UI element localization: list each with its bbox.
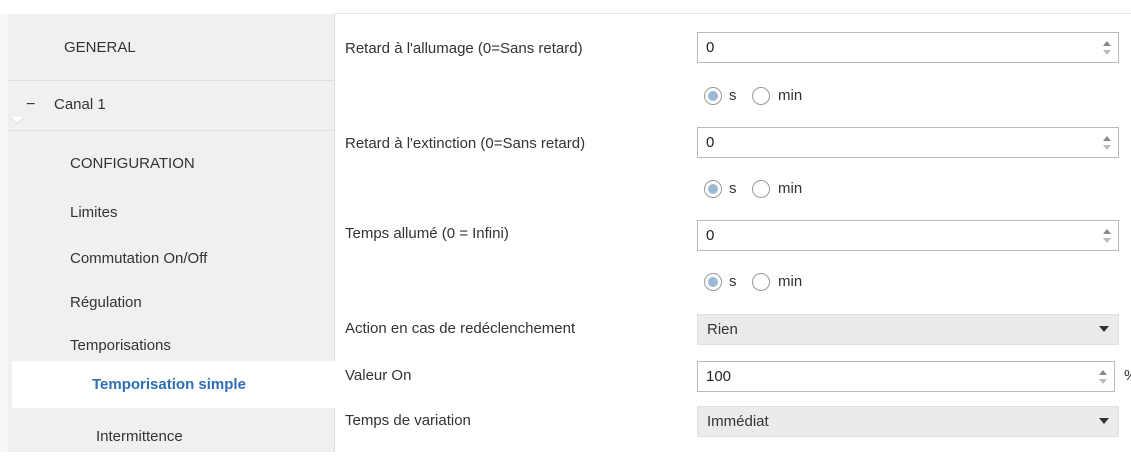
- retrigger-value: Rien: [707, 321, 738, 338]
- on-value-value: 100: [706, 368, 732, 385]
- sidebar-item-general[interactable]: GENERAL: [8, 24, 334, 72]
- delay-on-spinbox[interactable]: 0: [697, 32, 1119, 63]
- divider: [8, 130, 334, 131]
- spin-arrows-icon[interactable]: [1102, 134, 1112, 152]
- sidebar-item-label: CONFIGURATION: [70, 155, 195, 172]
- radio-label-min: min: [778, 180, 803, 197]
- sidebar-item-commutation[interactable]: Commutation On/Off: [70, 236, 320, 282]
- sidebar-item-regulation[interactable]: Régulation: [70, 280, 320, 326]
- sidebar-item-canal-1[interactable]: − Canal 1: [8, 80, 334, 130]
- dimming-time-value: Immédiat: [707, 413, 769, 430]
- param-label-delay-on: Retard à l'allumage (0=Sans retard): [345, 40, 583, 57]
- radio-label-s: s: [729, 180, 737, 197]
- sidebar-item-label: Limites: [70, 204, 118, 221]
- delay-on-value: 0: [706, 39, 715, 56]
- sidebar-item-label: Temporisations: [70, 337, 171, 354]
- sidebar-item-configuration[interactable]: CONFIGURATION: [70, 141, 320, 187]
- sidebar-item-label: Intermittence: [96, 428, 183, 445]
- sidebar-item-label: Régulation: [70, 294, 142, 311]
- delay-off-radio-s[interactable]: [704, 180, 722, 198]
- chevron-down-icon: [1099, 326, 1109, 332]
- sidebar-item-temporisation-simple[interactable]: Temporisation simple: [12, 361, 336, 408]
- top-divider: [334, 13, 1131, 14]
- collapse-icon[interactable]: −: [26, 80, 35, 130]
- left-edge: [0, 14, 8, 452]
- sidebar-item-label: Commutation On/Off: [70, 250, 208, 267]
- param-label-dimming-time: Temps de variation: [345, 412, 471, 429]
- on-time-radio-min[interactable]: [752, 273, 770, 291]
- delay-on-radio-s[interactable]: [704, 87, 722, 105]
- top-strip: [0, 0, 1131, 14]
- spin-arrows-icon[interactable]: [1102, 39, 1112, 57]
- retrigger-select[interactable]: Rien: [697, 314, 1119, 345]
- delay-off-radio-min[interactable]: [752, 180, 770, 198]
- on-value-spinbox[interactable]: 100: [697, 361, 1115, 392]
- param-label-retrigger: Action en cas de redéclenchement: [345, 320, 576, 337]
- radio-label-s: s: [729, 87, 737, 104]
- spin-arrows-icon[interactable]: [1102, 227, 1112, 245]
- delay-off-spinbox[interactable]: 0: [697, 127, 1119, 158]
- on-time-value: 0: [706, 227, 715, 244]
- param-label-on-value: Valeur On: [345, 367, 412, 384]
- sidebar-item-intermittence[interactable]: Intermittence: [96, 414, 326, 460]
- spin-arrows-icon[interactable]: [1098, 368, 1108, 386]
- sidebar-item-label: Canal 1: [54, 96, 106, 113]
- param-label-on-time: Temps allumé (0 = Infini): [345, 225, 509, 242]
- radio-label-min: min: [778, 87, 803, 104]
- on-time-spinbox[interactable]: 0: [697, 220, 1119, 251]
- chevron-down-icon: [1099, 418, 1109, 424]
- on-time-radio-s[interactable]: [704, 273, 722, 291]
- radio-label-min: min: [778, 273, 803, 290]
- param-label-delay-off: Retard à l'extinction (0=Sans retard): [345, 135, 586, 152]
- delay-off-value: 0: [706, 134, 715, 151]
- on-value-unit: %: [1124, 367, 1131, 384]
- sidebar-item-label: Temporisation simple: [92, 376, 246, 393]
- tree-notch-icon: [10, 117, 24, 125]
- delay-on-radio-min[interactable]: [752, 87, 770, 105]
- radio-label-s: s: [729, 273, 737, 290]
- dimming-time-select[interactable]: Immédiat: [697, 406, 1119, 437]
- sidebar-item-limites[interactable]: Limites: [70, 190, 320, 236]
- sidebar-item-label: GENERAL: [64, 39, 136, 56]
